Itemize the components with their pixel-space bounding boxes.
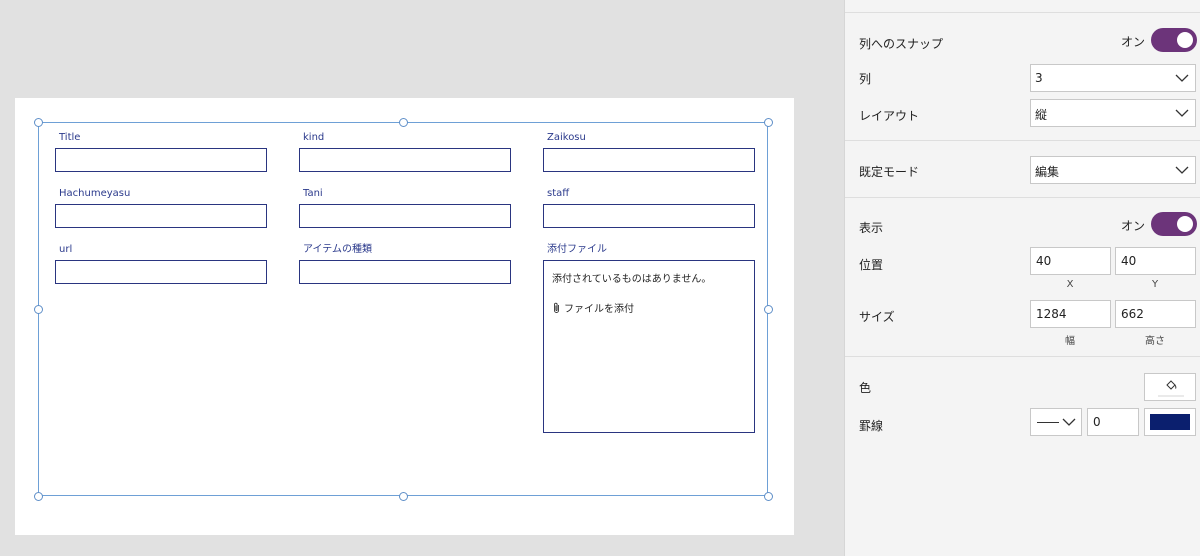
field-label: Zaikosu	[547, 132, 586, 143]
position-y-value: 40	[1121, 254, 1137, 268]
size-height-value: 662	[1121, 307, 1144, 321]
attachment-empty-text: 添付されているものはありません。	[552, 274, 712, 285]
columns-dropdown[interactable]: 3	[1030, 64, 1196, 92]
field-card-staff[interactable]: staff	[543, 187, 755, 228]
item-type-input[interactable]	[299, 260, 511, 284]
border-style-line	[1037, 422, 1059, 423]
visible-label: 表示	[859, 221, 884, 235]
field-card-title[interactable]: Title	[55, 131, 267, 172]
position-x-value: 40	[1036, 254, 1052, 268]
field-label: Hachumeyasu	[59, 188, 131, 199]
resize-handle-bottom[interactable]	[399, 492, 408, 501]
paperclip-icon	[554, 302, 559, 313]
staff-input[interactable]	[543, 204, 755, 228]
size-height-caption: 高さ	[1145, 336, 1165, 347]
attach-file-label: ファイルを添付	[564, 304, 634, 315]
position-y-input[interactable]: 40	[1115, 247, 1196, 275]
color-label: 色	[859, 381, 872, 395]
border-color-button[interactable]	[1144, 408, 1196, 436]
size-width-value: 1284	[1036, 307, 1067, 321]
toggle-knob	[1177, 216, 1193, 232]
field-card-kind[interactable]: kind	[299, 131, 511, 172]
resize-handle-bottom-right[interactable]	[764, 492, 773, 501]
edit-form[interactable]: Title kind Zaikosu Hachumeyasu Tani staf…	[34, 118, 773, 501]
layout-value: 縦	[1035, 108, 1048, 122]
field-card-zaikosu[interactable]: Zaikosu	[543, 131, 755, 172]
layout-label: レイアウト	[859, 109, 920, 123]
resize-handle-left[interactable]	[34, 305, 43, 314]
attach-file-link[interactable]: ファイルを添付	[552, 300, 746, 315]
border-color-swatch	[1150, 414, 1190, 430]
border-label: 罫線	[859, 419, 884, 433]
title-input[interactable]	[55, 148, 267, 172]
columns-label: 列	[859, 72, 872, 86]
resize-handle-right[interactable]	[764, 305, 773, 314]
default-mode-label: 既定モード	[859, 165, 920, 179]
field-card-tani[interactable]: Tani	[299, 187, 511, 228]
size-height-input[interactable]: 662	[1115, 300, 1196, 328]
size-width-input[interactable]: 1284	[1030, 300, 1111, 328]
default-mode-dropdown[interactable]: 編集	[1030, 156, 1196, 184]
field-card-attachments[interactable]: 添付ファイル 添付されているものはありません。 ファイルを添付	[543, 243, 755, 433]
field-label: url	[59, 244, 73, 255]
field-label: staff	[547, 188, 570, 199]
snap-toggle-state: オン	[1121, 35, 1146, 49]
paint-bucket-icon	[1166, 380, 1177, 390]
field-label: 添付ファイル	[547, 244, 607, 255]
resize-handle-bottom-left[interactable]	[34, 492, 43, 501]
fill-color-button[interactable]	[1144, 373, 1196, 401]
resize-handle-top-right[interactable]	[764, 118, 773, 127]
field-card-hachumeyasu[interactable]: Hachumeyasu	[55, 187, 267, 228]
position-x-caption: X	[1066, 279, 1074, 290]
field-card-item-type[interactable]: アイテムの種類	[299, 243, 511, 284]
position-label: 位置	[859, 258, 884, 272]
position-x-input[interactable]: 40	[1030, 247, 1111, 275]
chevron-down-icon	[1175, 109, 1189, 117]
resize-handle-top[interactable]	[399, 118, 408, 127]
default-mode-value: 編集	[1035, 165, 1060, 179]
border-width-input[interactable]: 0	[1087, 408, 1139, 436]
canvas-area: Title kind Zaikosu Hachumeyasu Tani staf…	[0, 0, 844, 556]
url-input[interactable]	[55, 260, 267, 284]
toggle-knob	[1177, 32, 1193, 48]
position-y-caption: Y	[1151, 279, 1159, 290]
chevron-down-icon	[1175, 166, 1189, 174]
app-root: Title kind Zaikosu Hachumeyasu Tani staf…	[0, 0, 1200, 556]
border-width-value: 0	[1093, 415, 1101, 429]
field-label: kind	[303, 132, 325, 143]
tani-input[interactable]	[299, 204, 511, 228]
screen-canvas: Title kind Zaikosu Hachumeyasu Tani staf…	[15, 98, 794, 535]
snap-to-columns-toggle[interactable]	[1151, 28, 1197, 52]
divider	[845, 140, 1200, 141]
snap-to-columns-label: 列へのスナップ	[859, 37, 944, 51]
columns-value: 3	[1035, 71, 1043, 85]
zaikosu-input[interactable]	[543, 148, 755, 172]
size-label: サイズ	[859, 310, 895, 324]
hachumeyasu-input[interactable]	[55, 204, 267, 228]
properties-panel: 列へのスナップ オン 列 3 レイアウト 縦 既定モード 編集 表示 オン 位置	[844, 0, 1200, 556]
resize-handle-top-left[interactable]	[34, 118, 43, 127]
layout-dropdown[interactable]: 縦	[1030, 99, 1196, 127]
color-swatch-strip	[1158, 395, 1184, 397]
field-label: Title	[59, 132, 81, 143]
divider	[845, 197, 1200, 198]
visible-toggle[interactable]	[1151, 212, 1197, 236]
kind-input[interactable]	[299, 148, 511, 172]
border-style-dropdown[interactable]	[1030, 408, 1082, 436]
divider	[845, 356, 1200, 357]
chevron-down-icon	[1062, 418, 1076, 426]
attachment-box[interactable]: 添付されているものはありません。 ファイルを添付	[543, 260, 755, 433]
field-card-url[interactable]: url	[55, 243, 267, 284]
visible-toggle-state: オン	[1121, 219, 1146, 233]
field-label: Tani	[303, 188, 323, 199]
size-width-caption: 幅	[1065, 336, 1075, 347]
field-label: アイテムの種類	[303, 244, 372, 255]
chevron-down-icon	[1175, 74, 1189, 82]
divider	[845, 12, 1200, 13]
